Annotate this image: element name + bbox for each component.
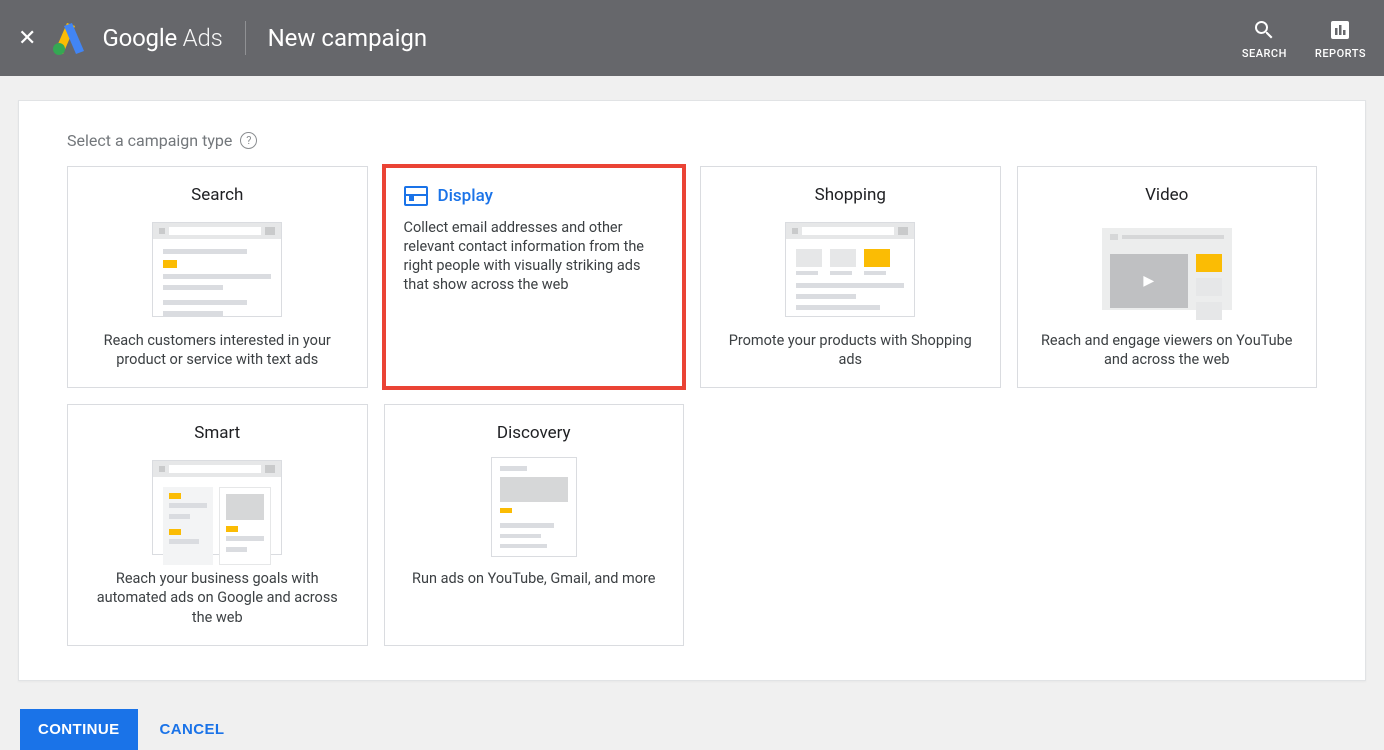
help-icon[interactable]: ? <box>240 132 257 149</box>
campaign-type-search[interactable]: Search R <box>67 166 368 388</box>
section-title: Select a campaign type ? <box>67 131 1317 150</box>
type-desc: Promote your products with Shopping ads <box>717 331 984 369</box>
type-title: Search <box>191 185 243 205</box>
type-desc: Reach your business goals with automated… <box>84 569 351 626</box>
campaign-type-grid: Search R <box>67 166 1317 646</box>
page-title: New campaign <box>268 24 428 52</box>
reports-button[interactable]: REPORTS <box>1315 17 1366 60</box>
cancel-button[interactable]: CANCEL <box>160 721 225 738</box>
shopping-illustration-icon <box>785 219 915 319</box>
type-title: Shopping <box>815 185 886 205</box>
continue-button[interactable]: CONTINUE <box>20 709 138 750</box>
reports-icon <box>1327 17 1353 43</box>
campaign-type-video[interactable]: Video ▶ <box>1017 166 1318 388</box>
type-desc: Run ads on YouTube, Gmail, and more <box>406 569 661 588</box>
campaign-type-display[interactable]: Display Collect email addresses and othe… <box>384 166 685 388</box>
type-title: Smart <box>194 423 240 443</box>
search-label: SEARCH <box>1242 47 1287 60</box>
product-name: Google Ads <box>102 24 222 52</box>
header-divider <box>245 21 246 55</box>
close-icon[interactable]: ✕ <box>18 26 36 51</box>
header-bar: ✕ Google Ads New campaign SEARCH REPORTS <box>0 0 1384 76</box>
action-row: CONTINUE CANCEL <box>18 709 1366 750</box>
campaign-type-shopping[interactable]: Shopping <box>700 166 1001 388</box>
smart-illustration-icon <box>152 457 282 557</box>
discovery-illustration-icon <box>469 457 599 557</box>
reports-label: REPORTS <box>1315 47 1366 60</box>
type-desc: Reach customers interested in your produ… <box>84 331 351 369</box>
type-title: Display <box>438 186 493 206</box>
display-icon <box>404 186 428 206</box>
search-illustration-icon <box>152 219 282 319</box>
google-ads-logo-icon <box>52 21 88 55</box>
campaign-type-card: Select a campaign type ? Search <box>18 100 1366 681</box>
campaign-type-smart[interactable]: Smart <box>67 404 368 645</box>
type-desc: Collect email addresses and other releva… <box>404 218 665 295</box>
search-button[interactable]: SEARCH <box>1242 17 1287 60</box>
video-illustration-icon: ▶ <box>1102 219 1232 319</box>
campaign-type-discovery[interactable]: Discovery Run ads on YouTube, Gmail, and… <box>384 404 685 645</box>
search-icon <box>1251 17 1277 43</box>
type-title: Discovery <box>497 423 571 443</box>
type-title: Video <box>1145 185 1188 205</box>
type-desc: Reach and engage viewers on YouTube and … <box>1034 331 1301 369</box>
